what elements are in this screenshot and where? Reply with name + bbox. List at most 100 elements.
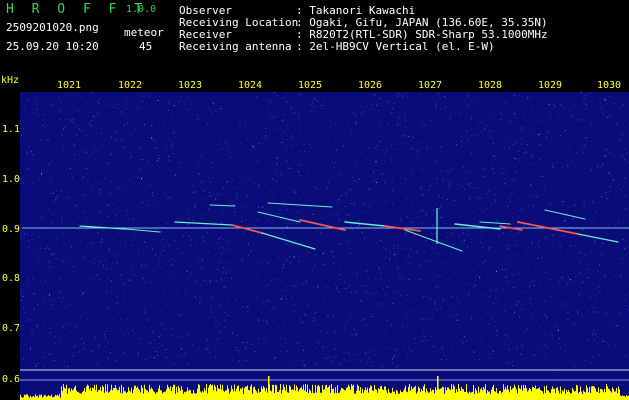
noise-dot: [26, 184, 28, 186]
noise-dot: [577, 197, 579, 199]
noise-dot: [408, 253, 409, 255]
noise-dot: [178, 321, 180, 323]
noise-dot: [363, 110, 365, 112]
noise-dot: [436, 160, 438, 162]
level-bar: [429, 392, 430, 400]
noise-dot: [166, 198, 168, 199]
noise-dot: [560, 278, 562, 280]
noise-dot: [38, 177, 40, 179]
noise-dot: [384, 256, 386, 258]
noise-dot: [516, 347, 518, 349]
noise-dot: [624, 300, 626, 302]
level-bar: [587, 387, 588, 400]
noise-dot: [568, 109, 570, 111]
level-bar: [383, 390, 384, 400]
noise-dot: [406, 314, 408, 316]
noise-dot: [530, 155, 532, 157]
noise-dot: [62, 149, 64, 151]
noise-dot: [139, 343, 141, 345]
noise-dot: [210, 109, 212, 110]
noise-dot: [168, 159, 170, 161]
level-bar: [549, 392, 550, 400]
noise-dot: [386, 149, 388, 151]
noise-dot: [209, 279, 211, 281]
level-bar: [467, 392, 468, 400]
noise-dot: [123, 205, 125, 207]
noise-dot: [376, 303, 378, 305]
noise-dot: [190, 245, 192, 247]
noise-dot: [606, 198, 608, 199]
noise-dot: [350, 253, 352, 255]
noise-dot: [199, 116, 201, 118]
noise-dot: [558, 343, 560, 345]
level-bar: [127, 392, 128, 400]
noise-dot: [418, 150, 420, 152]
noise-dot: [405, 332, 407, 334]
noise-dot: [474, 134, 476, 136]
level-bar: [401, 392, 402, 400]
level-bar: [116, 388, 117, 400]
noise-dot: [448, 279, 450, 281]
noise-dot: [56, 190, 58, 192]
level-bar: [120, 392, 121, 400]
noise-dot: [33, 270, 35, 272]
noise-dot: [584, 97, 586, 99]
noise-dot: [597, 270, 599, 272]
level-bar: [609, 389, 610, 400]
noise-dot: [602, 242, 604, 243]
level-bar: [461, 386, 462, 400]
noise-dot: [446, 170, 448, 172]
level-bar: [212, 384, 213, 400]
noise-dot: [137, 296, 139, 298]
noise-dot: [120, 348, 122, 350]
noise-dot: [140, 148, 142, 149]
level-bar: [174, 384, 175, 400]
noise-dot: [191, 175, 193, 177]
noise-dot: [254, 148, 256, 150]
noise-dot: [116, 262, 118, 264]
noise-dot: [184, 313, 186, 315]
noise-dot: [523, 152, 525, 154]
noise-dot: [208, 128, 209, 129]
noise-dot: [418, 266, 420, 268]
noise-dot: [385, 248, 387, 250]
noise-dot: [274, 143, 276, 144]
noise-dot: [515, 140, 517, 142]
level-bar: [312, 384, 313, 400]
noise-dot: [526, 250, 528, 252]
noise-dot: [139, 169, 140, 171]
noise-dot: [53, 104, 55, 106]
noise-dot: [367, 286, 369, 287]
noise-dot: [236, 192, 238, 194]
noise-dot: [509, 147, 510, 149]
noise-dot: [256, 219, 258, 221]
noise-dot: [150, 342, 152, 344]
noise-dot: [197, 257, 199, 259]
noise-dot: [367, 191, 369, 193]
level-bar: [234, 384, 235, 400]
noise-dot: [590, 169, 592, 171]
noise-dot: [289, 93, 291, 94]
noise-dot: [376, 104, 377, 106]
noise-dot: [573, 183, 575, 185]
noise-dot: [580, 235, 582, 237]
noise-dot: [195, 191, 197, 193]
noise-dot: [23, 138, 25, 140]
noise-dot: [364, 138, 366, 140]
level-bar: [482, 390, 483, 400]
noise-dot: [518, 273, 519, 275]
noise-dot: [587, 244, 588, 246]
noise-dot: [475, 299, 477, 301]
noise-dot: [213, 103, 215, 105]
noise-dot: [268, 239, 270, 241]
noise-dot: [549, 167, 551, 169]
level-bar: [552, 386, 553, 400]
noise-dot: [580, 92, 582, 93]
noise-dot: [398, 186, 400, 188]
noise-dot: [582, 313, 584, 315]
noise-dot: [256, 96, 257, 98]
noise-dot: [584, 254, 586, 256]
noise-dot: [36, 150, 38, 152]
noise-dot: [140, 100, 142, 102]
noise-dot: [360, 122, 362, 124]
